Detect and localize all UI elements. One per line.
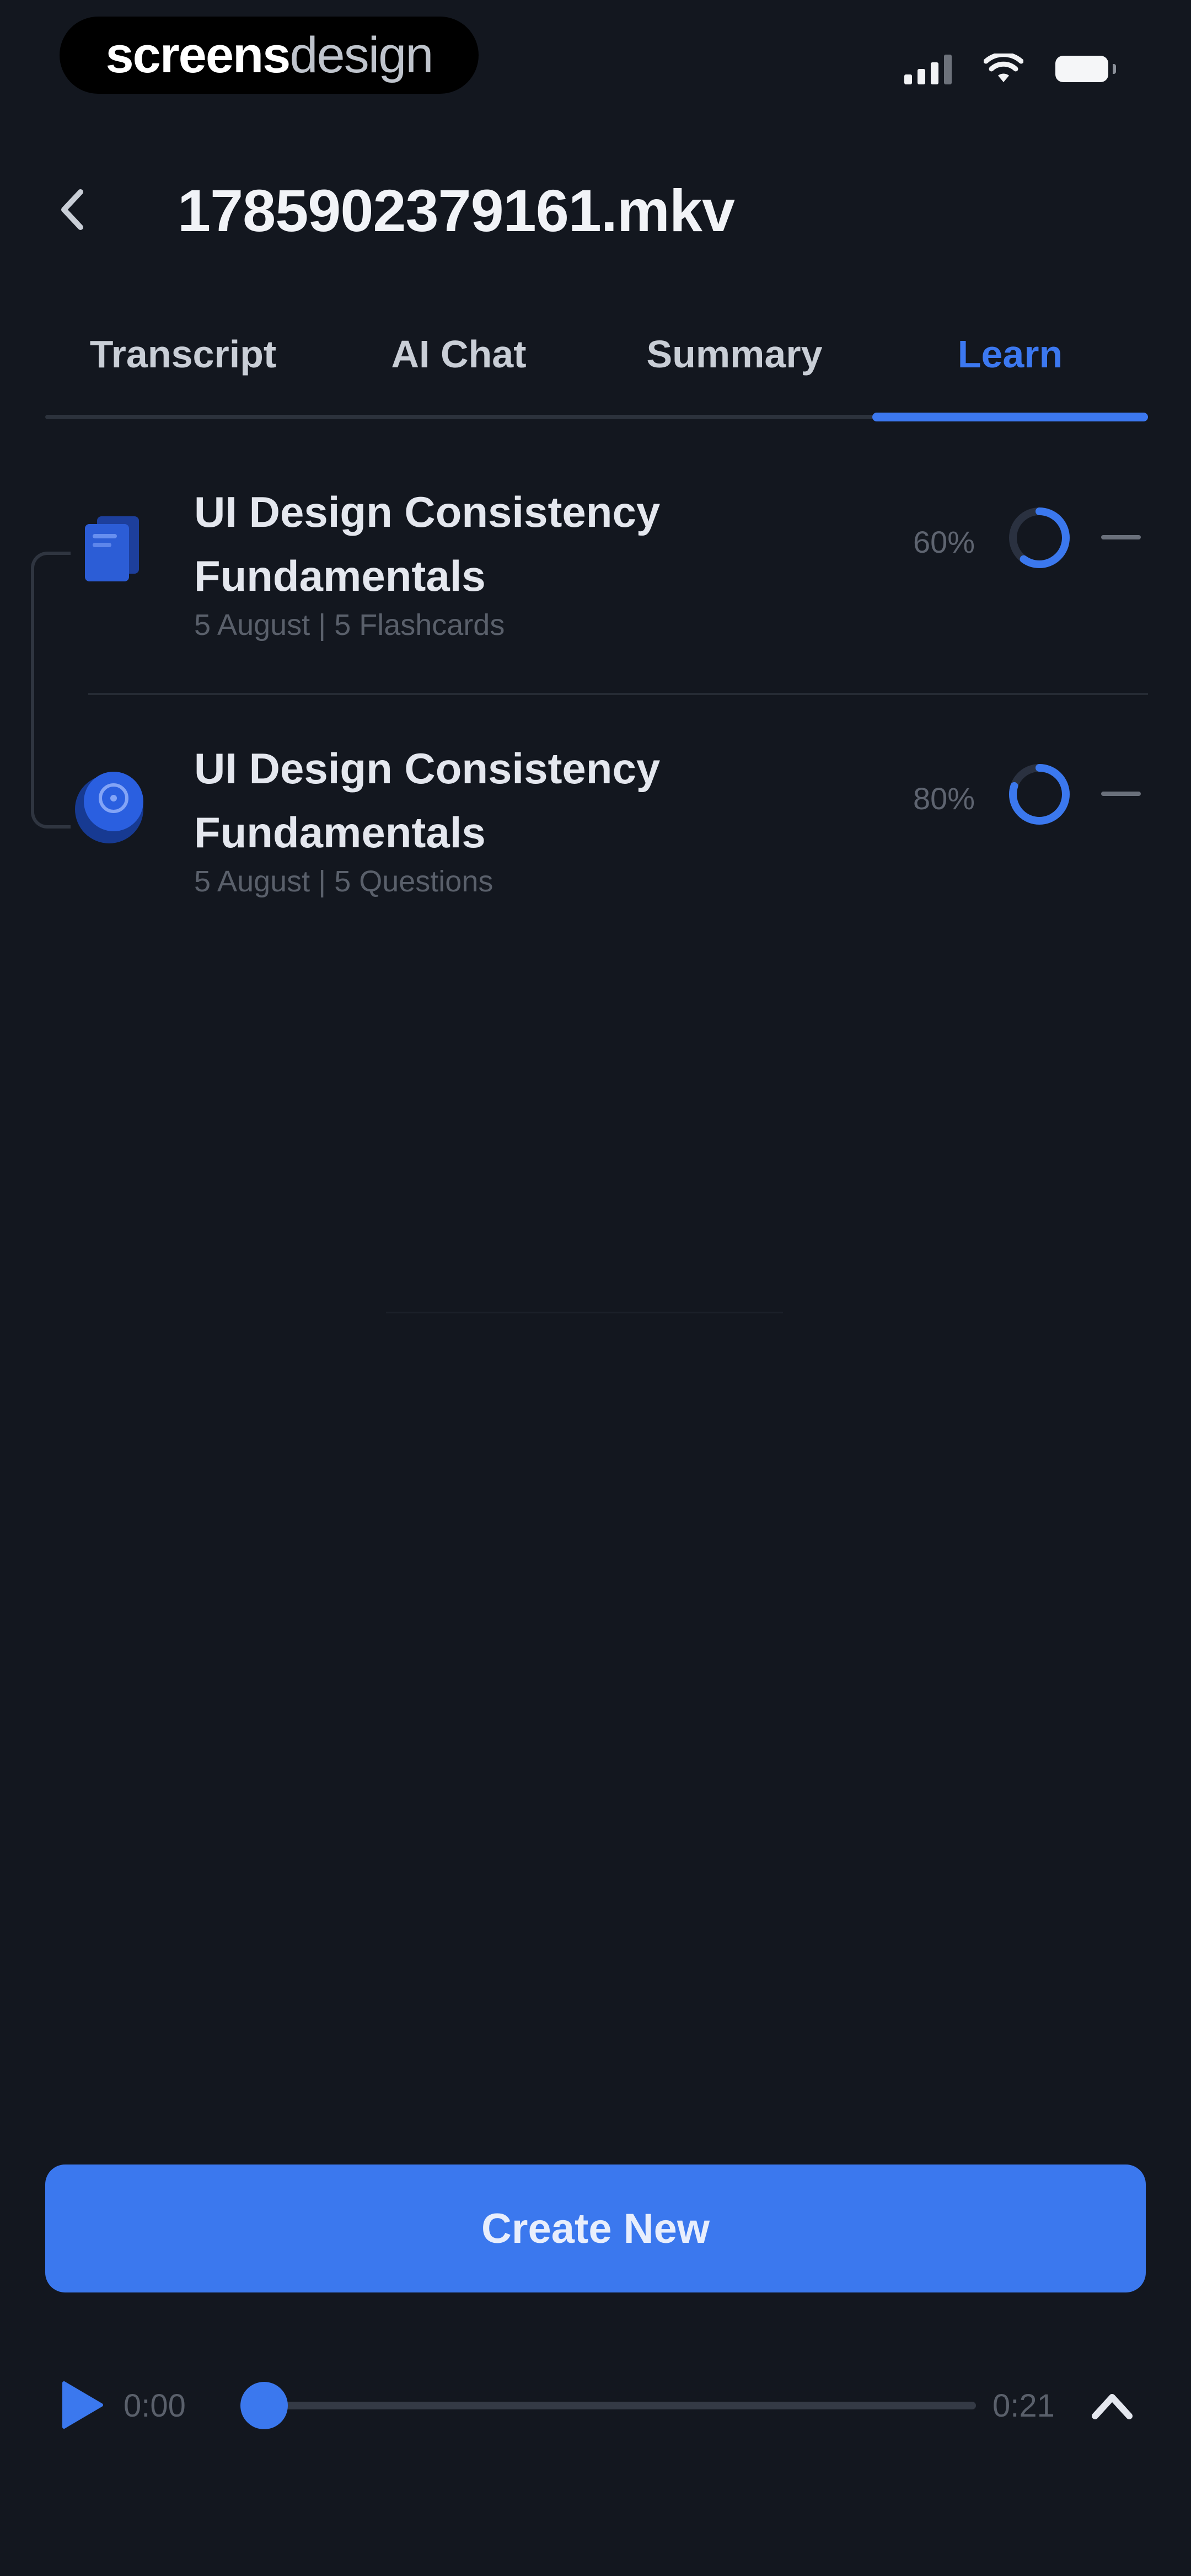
tab-summary[interactable]: Summary — [597, 321, 872, 426]
status-icons — [904, 50, 1116, 88]
battery-icon — [1055, 56, 1116, 82]
play-icon — [62, 2381, 103, 2429]
chevron-left-icon — [61, 189, 83, 230]
quiz-icon — [66, 758, 160, 852]
more-icon — [1101, 535, 1141, 539]
items-connector-line — [31, 552, 71, 829]
expand-player-button[interactable] — [1087, 2383, 1137, 2427]
seek-track[interactable] — [265, 2402, 976, 2409]
tab-bar: Transcript AI Chat Summary Learn — [45, 321, 1148, 426]
more-icon — [1101, 792, 1141, 796]
brand-text-secondary: design — [289, 26, 433, 83]
more-button[interactable] — [1096, 772, 1146, 816]
progress-percent: 60% — [913, 525, 975, 559]
progress-ring — [1009, 507, 1070, 568]
tab-learn[interactable]: Learn — [872, 321, 1148, 426]
progress-percent: 80% — [913, 781, 975, 816]
tab-transcript[interactable]: Transcript — [45, 321, 321, 426]
flashcards-icon — [66, 502, 160, 596]
item-title: UI Design Consistency Fundamentals — [194, 488, 661, 600]
page-title: 1785902379161.mkv — [178, 177, 735, 244]
tab-ai-chat[interactable]: AI Chat — [321, 321, 597, 426]
signal-icon — [904, 54, 952, 84]
brand-text-primary: screens — [105, 26, 291, 83]
back-button[interactable] — [47, 177, 97, 243]
progress-ring — [1009, 764, 1070, 825]
seek-thumb[interactable] — [240, 2382, 288, 2429]
screensdesign-logo: screens design — [60, 17, 479, 94]
list-item[interactable]: UI Design Consistency Fundamentals 5 Aug… — [66, 736, 1148, 918]
faint-divider — [386, 1312, 783, 1313]
more-button[interactable] — [1096, 515, 1146, 559]
wifi-icon — [984, 54, 1023, 84]
chevron-up-icon — [1092, 2394, 1133, 2419]
current-time: 0:00 — [124, 2388, 186, 2424]
item-meta: 5 August | 5 Flashcards — [194, 608, 505, 642]
create-new-button[interactable]: Create New — [45, 2165, 1146, 2292]
divider — [88, 693, 1148, 695]
duration-time: 0:21 — [993, 2388, 1055, 2424]
item-meta: 5 August | 5 Questions — [194, 865, 493, 898]
tab-active-indicator — [872, 413, 1148, 421]
play-button[interactable] — [57, 2377, 107, 2433]
list-item[interactable]: UI Design Consistency Fundamentals 5 Aug… — [66, 480, 1148, 662]
item-title: UI Design Consistency Fundamentals — [194, 744, 661, 857]
